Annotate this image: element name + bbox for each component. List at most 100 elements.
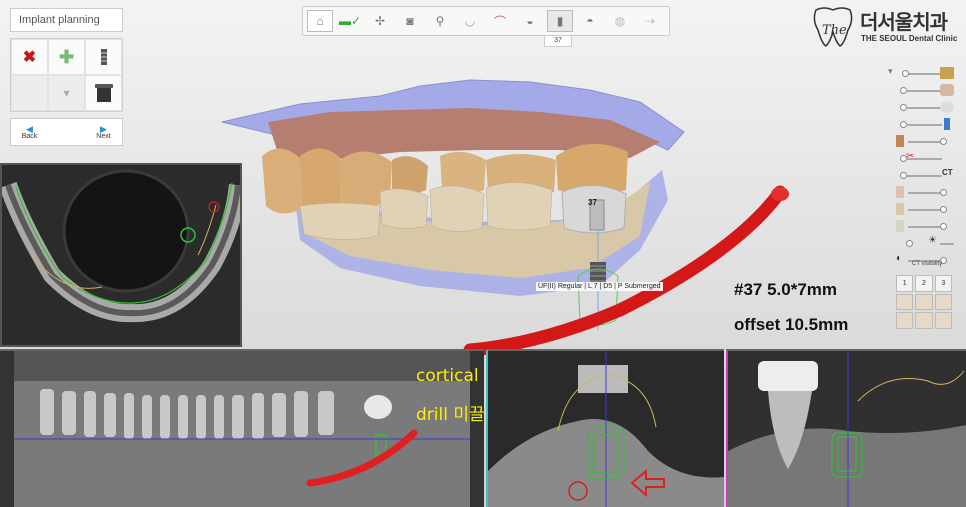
cross-section-view[interactable]: [486, 349, 724, 507]
crown-icon: ◙: [406, 14, 414, 28]
implant-offset-text: offset 10.5mm: [734, 315, 849, 334]
slider-row-6[interactable]: ✂: [892, 151, 958, 165]
upper-teeth-icon: [940, 84, 954, 96]
visibility-sliders: ▾ ✂ CT ☀ ◐: [888, 66, 958, 264]
slider-row-brightness[interactable]: ☀: [892, 235, 958, 250]
scan-body-button[interactable]: ⚲: [427, 10, 453, 32]
panel-title: Implant planning: [10, 8, 123, 32]
panoramic-image: [0, 351, 484, 507]
arrow-right-icon: ▶: [100, 123, 107, 134]
nerve-icon: ✂: [906, 151, 915, 162]
tooth-logo-icon: The: [813, 7, 853, 47]
slider-row-5[interactable]: [892, 134, 958, 148]
curve-icon: ⌒: [493, 14, 506, 29]
home-icon: ⌂: [316, 14, 324, 28]
ct-layout-5[interactable]: [915, 293, 933, 311]
implant-step-icon: ▮: [556, 14, 564, 28]
guide-icon: ◍: [614, 14, 626, 28]
scan-body-icon: ⚲: [435, 14, 445, 28]
slider-row-2[interactable]: [892, 83, 958, 97]
clinic-logo: The 더서울치과 THE SEOUL Dental Clinic: [808, 4, 963, 48]
ct-layout-3[interactable]: 3: [934, 275, 952, 292]
plus-icon: ✚: [58, 46, 75, 67]
implant-size-text: #37 5.0*7mm: [734, 280, 838, 299]
svg-text:The: The: [822, 23, 847, 38]
ct-layout-2[interactable]: 2: [915, 275, 933, 292]
ct-visibility-label: CT visibility: [912, 261, 943, 267]
abutment-button[interactable]: ▾: [48, 75, 85, 111]
back-label: Back: [21, 132, 38, 140]
guide-step-button[interactable]: ◍: [607, 10, 633, 32]
panoramic-view[interactable]: [0, 349, 484, 507]
bone-icon: ✢: [374, 14, 386, 28]
next-button[interactable]: ▶ Next: [85, 119, 122, 145]
sleeve-small-icon: ▾: [888, 66, 893, 76]
tooth-icon: ◒: [526, 14, 534, 28]
tooth-button[interactable]: ◒: [517, 10, 543, 32]
sagittal-view[interactable]: [726, 349, 966, 507]
tooth-small-icon: [896, 186, 904, 198]
abutment-icon: ▾: [63, 86, 70, 100]
ct-layout-9[interactable]: [934, 312, 952, 329]
bone-icon-small: [896, 135, 904, 147]
empty-slot: [11, 75, 48, 111]
model-check-button[interactable]: ▬✓: [337, 10, 363, 32]
sagittal-image: [728, 351, 966, 507]
model-check-icon: ▬✓: [338, 14, 362, 28]
slider-row-10[interactable]: [892, 219, 958, 233]
contrast-icon: ◐: [896, 253, 903, 264]
logo-korean-text: 더서울치과: [860, 12, 948, 34]
export-step-button[interactable]: ⇢: [637, 10, 663, 32]
ct-label: CT: [942, 168, 953, 177]
ct-layout-1[interactable]: 1: [896, 275, 914, 292]
axial-ct-view[interactable]: [0, 163, 242, 347]
arch-button[interactable]: ◡: [457, 10, 483, 32]
slider-row-9[interactable]: [892, 202, 958, 216]
cross-section-image: [488, 351, 724, 507]
implant-step-button[interactable]: ▮: [547, 10, 573, 32]
slider-row-4[interactable]: [892, 117, 958, 131]
implant-blue-icon: [944, 118, 950, 130]
sleeve-button[interactable]: [85, 75, 122, 111]
scan-small-icon: [896, 220, 904, 232]
axial-ct-image: [2, 165, 240, 345]
tooth-number-marker: 37: [588, 198, 597, 207]
delete-button[interactable]: ✖: [11, 39, 48, 75]
implant-spec-label: UF(II) Regular | L 7 | D5 | P Submerged: [536, 282, 663, 291]
guide-color-icon: [940, 67, 954, 79]
curve-button[interactable]: ⌒: [487, 10, 513, 32]
slider-row-8[interactable]: [892, 185, 958, 199]
implant-icon: [100, 49, 107, 65]
brightness-icon: ☀: [928, 235, 937, 246]
slider-row-1[interactable]: ▾: [888, 66, 958, 80]
delete-icon: ✖: [22, 49, 37, 66]
arch-icon: ◡: [464, 14, 476, 28]
sleeve-step-button[interactable]: ◓: [577, 10, 603, 32]
nav-row: ◀ Back ▶ Next: [10, 118, 123, 146]
home-button[interactable]: ⌂: [307, 10, 333, 32]
implant-tool-grid: ✖ ✚ ▾: [10, 38, 123, 112]
ct-layout-grid: 1 2 3: [896, 275, 952, 329]
crown-small-icon: [940, 101, 954, 113]
sleeve-step-icon: ◓: [586, 14, 594, 28]
slider-row-ct[interactable]: CT: [892, 168, 958, 182]
ct-layout-4[interactable]: [896, 293, 914, 311]
implant-button[interactable]: [85, 39, 122, 75]
ct-layout-6[interactable]: [934, 293, 952, 311]
ct-layout-8[interactable]: [915, 312, 933, 329]
bone-edit-button[interactable]: ✢: [367, 10, 393, 32]
sleeve-icon: [94, 84, 113, 102]
ct-layout-7[interactable]: [896, 312, 914, 329]
back-button[interactable]: ◀ Back: [11, 119, 48, 145]
add-implant-button[interactable]: ✚: [48, 39, 85, 75]
export-icon: ⇢: [644, 14, 656, 28]
workflow-toolbar: ⌂ ▬✓ ✢ ◙ ⚲ ◡ ⌒ ◒ ▮ ◓ ◍ ⇢: [302, 6, 670, 36]
slider-row-3[interactable]: [892, 100, 958, 114]
next-label: Next: [96, 132, 111, 140]
crown-button[interactable]: ◙: [397, 10, 423, 32]
arrow-left-icon: ◀: [26, 123, 33, 134]
logo-english-text: THE SEOUL Dental Clinic: [861, 34, 958, 43]
tooth-number-badge: 37: [544, 35, 572, 47]
model-small-icon: [896, 203, 904, 215]
